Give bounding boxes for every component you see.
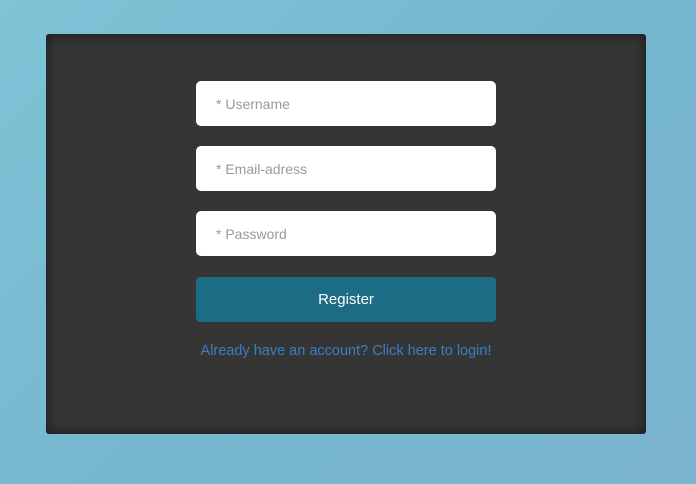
email-input[interactable] <box>196 146 496 191</box>
register-card: Register Already have an account? Click … <box>46 34 646 434</box>
register-button[interactable]: Register <box>196 277 496 322</box>
password-input[interactable] <box>196 211 496 256</box>
username-input[interactable] <box>196 81 496 126</box>
login-link[interactable]: Already have an account? Click here to l… <box>46 343 646 359</box>
